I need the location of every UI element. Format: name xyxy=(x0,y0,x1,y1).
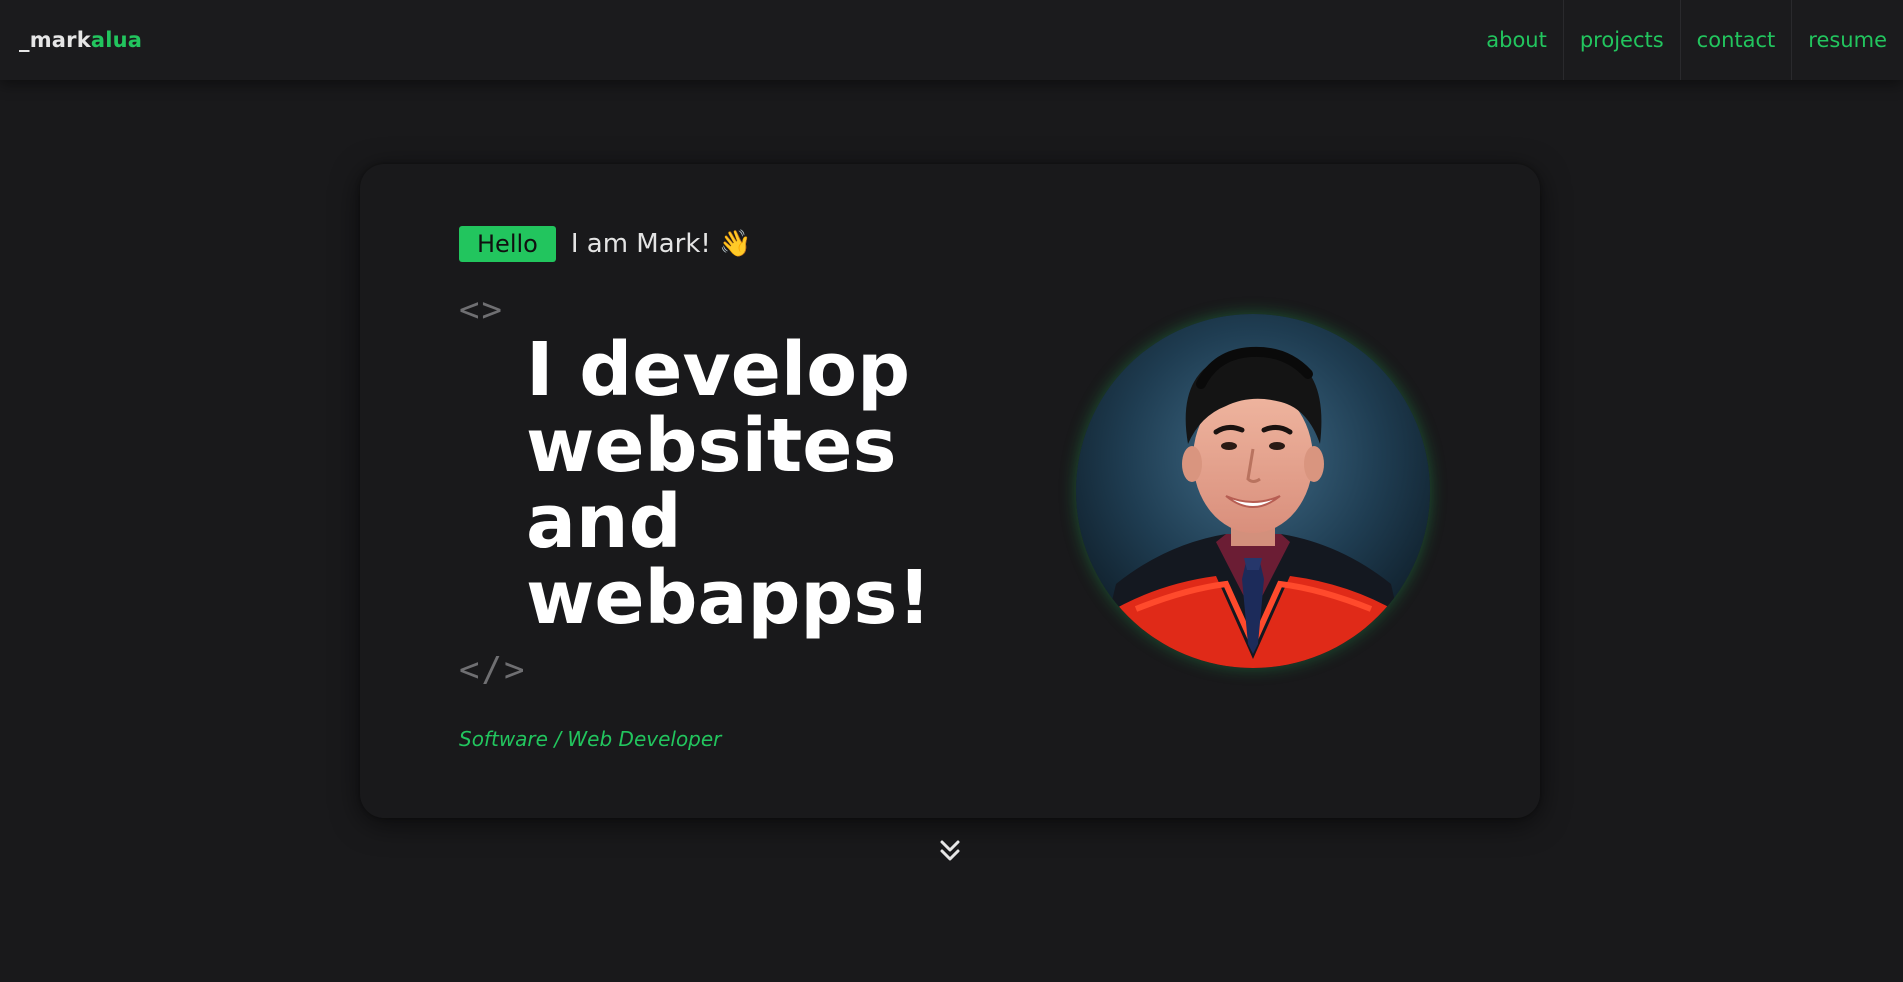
scroll-down-button[interactable] xyxy=(937,836,963,866)
headline-line: webapps! xyxy=(526,555,932,641)
navbar: _markalua about projects contact resume xyxy=(0,0,1903,80)
nav-link-contact[interactable]: contact xyxy=(1679,0,1792,80)
role-subtitle: Software / Web Developer xyxy=(459,727,722,751)
intro-text: I am Mark! 👋 xyxy=(570,229,752,259)
headline: I develop websites and webapps! xyxy=(526,332,946,636)
headline-line: websites xyxy=(526,403,897,489)
greeting: Hello I am Mark! 👋 xyxy=(459,226,751,262)
code-tag-close: </> xyxy=(459,650,527,690)
profile-photo-illustration xyxy=(1076,314,1430,668)
profile-avatar xyxy=(1076,314,1430,668)
headline-line: I develop xyxy=(526,327,911,413)
code-tag-open: <> xyxy=(459,290,504,330)
double-chevron-down-icon xyxy=(940,840,960,861)
nav-link-projects[interactable]: projects xyxy=(1562,0,1680,80)
nav-link-resume[interactable]: resume xyxy=(1791,0,1903,80)
headline-line: and xyxy=(526,479,682,565)
hero-card: Hello I am Mark! 👋 <> I develop websites… xyxy=(360,164,1540,818)
nav-link-about[interactable]: about xyxy=(1470,0,1563,80)
logo-suffix: alua xyxy=(90,28,143,52)
site-logo[interactable]: _markalua xyxy=(19,28,142,52)
nav-links: about projects contact resume xyxy=(1470,0,1903,80)
hello-badge: Hello xyxy=(459,226,556,262)
logo-prefix: _mark xyxy=(19,28,91,52)
